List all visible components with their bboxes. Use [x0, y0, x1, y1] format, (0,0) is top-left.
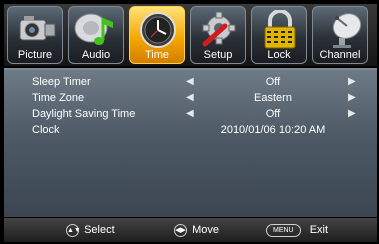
tab-label: Channel: [319, 49, 361, 61]
tab-picture[interactable]: Picture: [7, 6, 63, 64]
tv-settings-menu: Picture Audio Time Setup Lock Channel Sl…: [0, 0, 379, 244]
right-arrow-icon[interactable]: ▶: [348, 75, 356, 89]
help-move: ◀▶ Move: [174, 222, 219, 238]
tab-channel[interactable]: Channel: [312, 6, 368, 64]
tab-label: Picture: [17, 49, 53, 61]
left-arrow-icon[interactable]: ◀: [186, 107, 194, 121]
category-tab-bar: Picture Audio Time Setup Lock Channel: [4, 4, 377, 66]
tab-label: Audio: [81, 49, 111, 61]
help-exit: MENU Exit: [266, 222, 328, 238]
left-right-keys-icon: ◀▶: [174, 223, 187, 237]
menu-item-value: Off: [265, 108, 281, 120]
help-bar: ▲▼ Select ◀▶ Move MENU Exit: [4, 218, 377, 242]
help-move-label: Move: [192, 224, 219, 236]
tab-label: Setup: [203, 49, 233, 61]
menu-item-value: 2010/01/06 10:20 AM: [220, 124, 326, 136]
menu-item-value: Off: [265, 76, 281, 88]
help-exit-label: Exit: [309, 224, 329, 236]
menu-item-label: Time Zone: [32, 92, 85, 104]
menu-key-icon: MENU: [266, 223, 301, 237]
satellite-dish-icon: [332, 13, 362, 48]
menu-item-daylight-saving-time[interactable]: Daylight Saving Time ◀ Off ▶: [4, 107, 377, 121]
help-select-label: Select: [84, 224, 115, 236]
wrench-gear-icon: [202, 11, 236, 47]
left-arrow-icon[interactable]: ◀: [186, 75, 194, 89]
right-arrow-icon[interactable]: ▶: [348, 107, 356, 121]
menu-item-time-zone[interactable]: Time Zone ◀ Eastern ▶: [4, 91, 377, 105]
tab-lock[interactable]: Lock: [251, 6, 307, 64]
tab-label: Time: [144, 49, 170, 61]
menu-item-clock[interactable]: Clock 2010/01/06 10:20 AM: [4, 123, 377, 137]
tab-audio[interactable]: Audio: [68, 6, 124, 64]
time-settings-panel: Sleep Timer ◀ Off ▶ Time Zone ◀ Eastern …: [4, 68, 377, 217]
tab-time[interactable]: Time: [129, 6, 185, 64]
padlock-icon: [264, 10, 296, 49]
camera-icon: [19, 16, 56, 41]
menu-item-sleep-timer[interactable]: Sleep Timer ◀ Off ▶: [4, 75, 377, 89]
menu-item-label: Clock: [32, 124, 60, 136]
music-note-icon: [74, 13, 113, 45]
menu-item-value: Eastern: [254, 92, 292, 104]
menu-item-label: Daylight Saving Time: [32, 108, 136, 120]
tab-label: Lock: [267, 49, 291, 61]
right-arrow-icon[interactable]: ▶: [348, 91, 356, 105]
clock-icon: [140, 12, 176, 48]
menu-item-label: Sleep Timer: [32, 76, 91, 88]
help-select: ▲▼ Select: [66, 222, 115, 238]
left-arrow-icon[interactable]: ◀: [186, 91, 194, 105]
tab-setup[interactable]: Setup: [190, 6, 246, 64]
up-down-keys-icon: ▲▼: [66, 223, 81, 237]
